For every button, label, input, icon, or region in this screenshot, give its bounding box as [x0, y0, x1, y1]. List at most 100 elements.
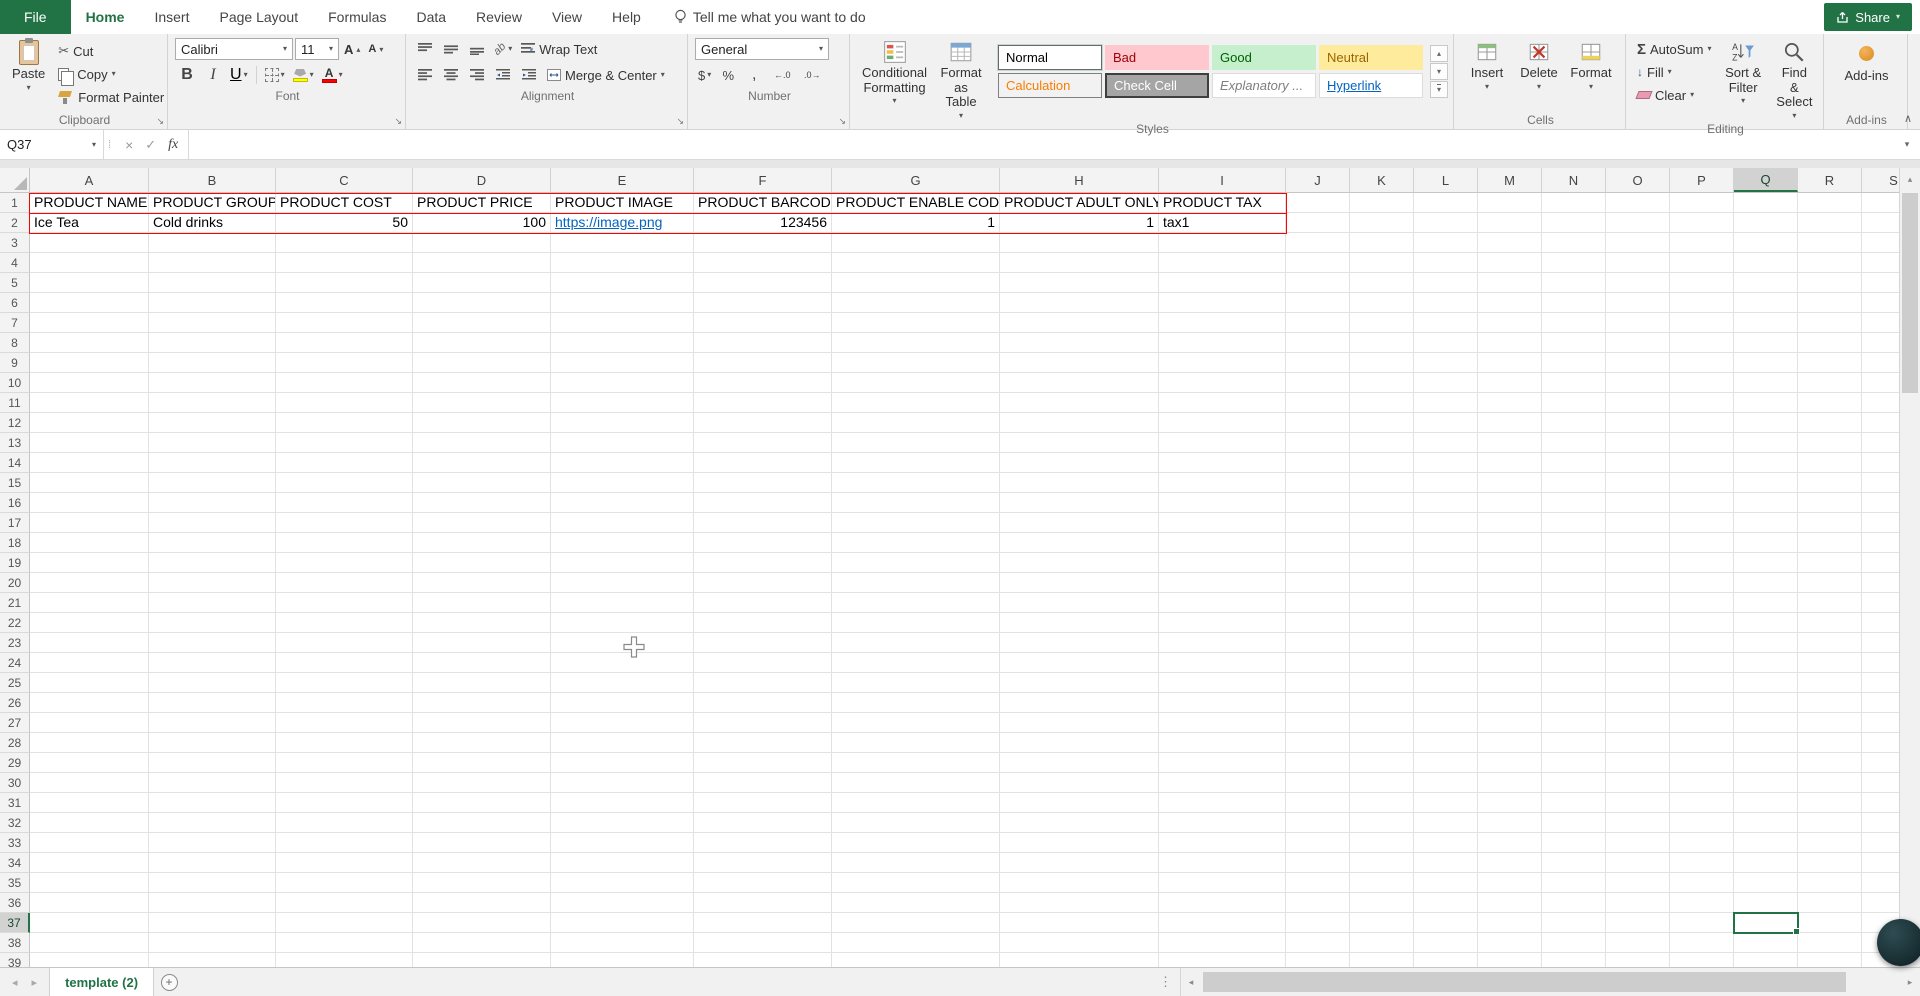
cell-N6[interactable]	[1542, 293, 1606, 313]
cell-G12[interactable]	[832, 413, 1000, 433]
sheet-tab-active[interactable]: template (2)	[49, 968, 154, 996]
gallery-up-button[interactable]: ▴	[1430, 45, 1448, 62]
cell-L9[interactable]	[1414, 353, 1478, 373]
middle-align-button[interactable]	[439, 38, 463, 60]
cell-H16[interactable]	[1000, 493, 1159, 513]
cell-style-good[interactable]: Good	[1212, 45, 1316, 70]
cell-M32[interactable]	[1478, 813, 1542, 833]
tell-me-box[interactable]: Tell me what you want to do	[674, 0, 866, 34]
cell-E34[interactable]	[551, 853, 694, 873]
cell-J11[interactable]	[1286, 393, 1350, 413]
row-header-29[interactable]: 29	[0, 753, 30, 773]
cell-J34[interactable]	[1286, 853, 1350, 873]
cell-O10[interactable]	[1606, 373, 1670, 393]
cell-J15[interactable]	[1286, 473, 1350, 493]
enter-icon[interactable]: ✓	[145, 137, 156, 153]
column-header-J[interactable]: J	[1286, 168, 1350, 192]
row-header-14[interactable]: 14	[0, 453, 30, 473]
cell-J38[interactable]	[1286, 933, 1350, 953]
cell-G2[interactable]: 1	[832, 213, 1000, 233]
cell-P30[interactable]	[1670, 773, 1734, 793]
align-left-button[interactable]	[413, 64, 437, 86]
cell-C30[interactable]	[276, 773, 413, 793]
row-header-7[interactable]: 7	[0, 313, 30, 333]
cell-K22[interactable]	[1350, 613, 1414, 633]
cell-A39[interactable]	[30, 953, 149, 967]
cell-G5[interactable]	[832, 273, 1000, 293]
cell-C24[interactable]	[276, 653, 413, 673]
cell-R26[interactable]	[1798, 693, 1862, 713]
cell-N33[interactable]	[1542, 833, 1606, 853]
cell-H27[interactable]	[1000, 713, 1159, 733]
cell-P35[interactable]	[1670, 873, 1734, 893]
column-header-L[interactable]: L	[1414, 168, 1478, 192]
cell-H36[interactable]	[1000, 893, 1159, 913]
cell-G3[interactable]	[832, 233, 1000, 253]
cell-K12[interactable]	[1350, 413, 1414, 433]
clear-button[interactable]: Clear ▾	[1633, 84, 1716, 106]
cell-N28[interactable]	[1542, 733, 1606, 753]
cell-S21[interactable]	[1862, 593, 1899, 613]
cell-P26[interactable]	[1670, 693, 1734, 713]
cell-Q24[interactable]	[1734, 653, 1798, 673]
cell-Q5[interactable]	[1734, 273, 1798, 293]
row-header-24[interactable]: 24	[0, 653, 30, 673]
cell-M19[interactable]	[1478, 553, 1542, 573]
cell-N14[interactable]	[1542, 453, 1606, 473]
cell-E14[interactable]	[551, 453, 694, 473]
cell-P7[interactable]	[1670, 313, 1734, 333]
cell-N10[interactable]	[1542, 373, 1606, 393]
cell-style-neutral[interactable]: Neutral	[1319, 45, 1423, 70]
cell-C32[interactable]	[276, 813, 413, 833]
cell-I20[interactable]	[1159, 573, 1286, 593]
cell-K28[interactable]	[1350, 733, 1414, 753]
cell-O23[interactable]	[1606, 633, 1670, 653]
cell-O36[interactable]	[1606, 893, 1670, 913]
font-size-combobox[interactable]: 11 ▾	[295, 38, 339, 60]
cell-J4[interactable]	[1286, 253, 1350, 273]
cell-G11[interactable]	[832, 393, 1000, 413]
cell-O21[interactable]	[1606, 593, 1670, 613]
cell-L25[interactable]	[1414, 673, 1478, 693]
cell-D27[interactable]	[413, 713, 551, 733]
cell-L34[interactable]	[1414, 853, 1478, 873]
cell-A18[interactable]	[30, 533, 149, 553]
cell-D14[interactable]	[413, 453, 551, 473]
cell-P25[interactable]	[1670, 673, 1734, 693]
row-header-31[interactable]: 31	[0, 793, 30, 813]
vertical-scrollbar[interactable]: ▴ ▾	[1899, 168, 1920, 967]
cell-Q14[interactable]	[1734, 453, 1798, 473]
cell-L31[interactable]	[1414, 793, 1478, 813]
cell-A3[interactable]	[30, 233, 149, 253]
cell-A4[interactable]	[30, 253, 149, 273]
cell-K6[interactable]	[1350, 293, 1414, 313]
cell-D34[interactable]	[413, 853, 551, 873]
cell-H9[interactable]	[1000, 353, 1159, 373]
cell-D38[interactable]	[413, 933, 551, 953]
cell-R31[interactable]	[1798, 793, 1862, 813]
cell-S2[interactable]	[1862, 213, 1899, 233]
cell-style-explanatory[interactable]: Explanatory ...	[1212, 73, 1316, 98]
cell-Q29[interactable]	[1734, 753, 1798, 773]
cell-F10[interactable]	[694, 373, 832, 393]
cell-G28[interactable]	[832, 733, 1000, 753]
cell-A22[interactable]	[30, 613, 149, 633]
cell-H34[interactable]	[1000, 853, 1159, 873]
cell-I17[interactable]	[1159, 513, 1286, 533]
row-header-25[interactable]: 25	[0, 673, 30, 693]
cell-R11[interactable]	[1798, 393, 1862, 413]
cell-J7[interactable]	[1286, 313, 1350, 333]
cell-H19[interactable]	[1000, 553, 1159, 573]
cell-F23[interactable]	[694, 633, 832, 653]
cell-S26[interactable]	[1862, 693, 1899, 713]
cell-G6[interactable]	[832, 293, 1000, 313]
cell-K38[interactable]	[1350, 933, 1414, 953]
cell-A31[interactable]	[30, 793, 149, 813]
cell-L2[interactable]	[1414, 213, 1478, 233]
cell-R3[interactable]	[1798, 233, 1862, 253]
cell-A12[interactable]	[30, 413, 149, 433]
row-header-34[interactable]: 34	[0, 853, 30, 873]
cell-G23[interactable]	[832, 633, 1000, 653]
bold-button[interactable]: B	[175, 64, 199, 86]
cell-S19[interactable]	[1862, 553, 1899, 573]
